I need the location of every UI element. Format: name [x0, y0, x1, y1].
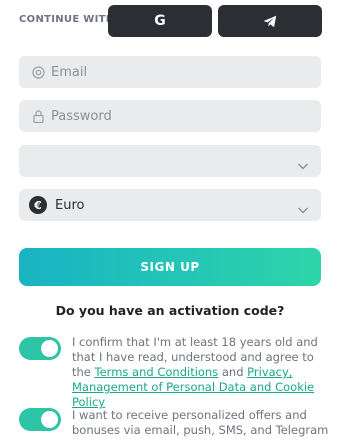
and-text: and — [218, 365, 248, 379]
password-field[interactable]: Password — [19, 100, 321, 132]
toggle-knob — [41, 340, 58, 357]
continue-with-label: CONTINUE WITH — [19, 14, 115, 25]
chevron-down-icon — [297, 200, 309, 214]
country-select[interactable] — [19, 145, 321, 177]
chevron-down-icon — [297, 156, 309, 170]
currency-select[interactable]: € Euro — [19, 189, 321, 221]
telegram-login-button[interactable] — [218, 5, 322, 37]
google-login-button[interactable]: G — [108, 5, 212, 37]
email-field[interactable]: Email — [19, 56, 321, 88]
toggle-knob — [41, 411, 58, 428]
sign-up-button[interactable]: SIGN UP — [19, 248, 321, 286]
telegram-icon — [263, 15, 277, 28]
password-placeholder: Password — [51, 108, 112, 124]
activation-code-link[interactable]: Do you have an activation code? — [0, 303, 340, 318]
lock-icon — [31, 109, 45, 123]
email-placeholder: Email — [51, 64, 88, 80]
at-icon — [31, 65, 45, 79]
currency-select-value: Euro — [55, 197, 85, 213]
age-terms-text: I confirm that I'm at least 18 years old… — [72, 335, 334, 410]
offers-text: I want to receive personalized offers an… — [72, 408, 329, 437]
signup-form: CONTINUE WITH G Email Password € Euro SI… — [0, 0, 340, 447]
offers-toggle[interactable] — [19, 408, 61, 431]
terms-link[interactable]: Terms and Conditions — [95, 365, 219, 379]
age-terms-toggle[interactable] — [19, 337, 61, 360]
euro-icon: € — [29, 196, 47, 214]
google-icon: G — [154, 13, 166, 29]
